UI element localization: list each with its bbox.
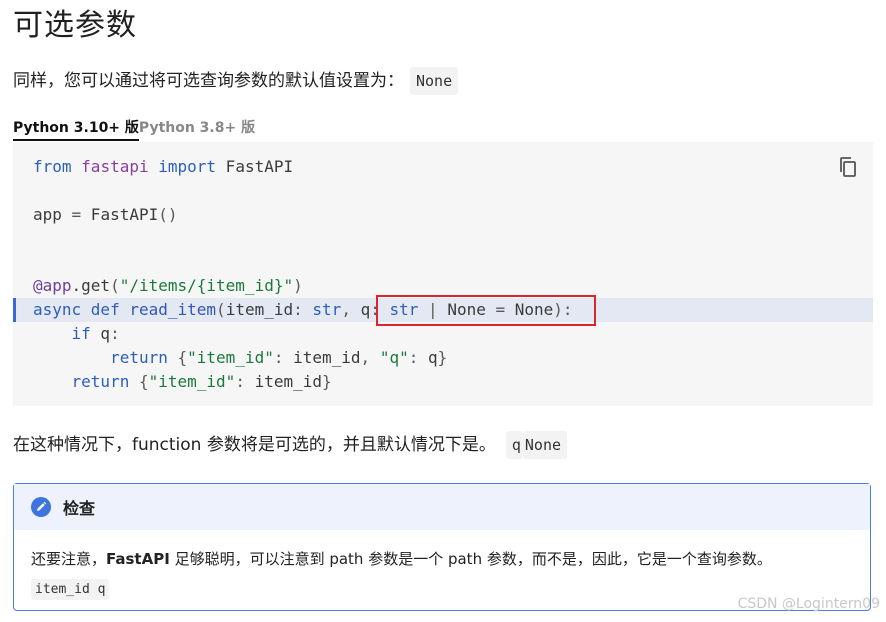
admonition-text-after: 足够聪明，可以注意到 path 参数是一个 path 参数，而不是，因此，它是一…	[169, 550, 772, 568]
code-line: from fastapi import FastAPI	[33, 157, 294, 176]
explanation-code-none: None	[522, 431, 568, 459]
highlight-annotation-box	[376, 295, 596, 326]
admonition-header: 检查	[14, 484, 870, 530]
explanation-code-q: q	[505, 431, 523, 459]
tab-python-38[interactable]: Python 3.8+ 版	[139, 117, 255, 141]
intro-text: 同样，您可以通过将可选查询参数的默认值设置为：	[13, 71, 404, 91]
admonition-inline-code: item_id q	[31, 579, 110, 600]
watermark: CSDN @Logintern09	[737, 596, 880, 612]
code-line: app = FastAPI()	[33, 205, 178, 224]
page-title: 可选参数	[13, 8, 137, 43]
explanation-paragraph: 在这种情况下，function 参数将是可选的，并且默认情况下是。 q None	[13, 430, 568, 459]
code-line: return {"item_id": item_id, "q": q}	[110, 348, 448, 367]
admonition-body: 还要注意，FastAPI 足够聪明，可以注意到 path 参数是一个 path …	[14, 530, 870, 600]
explanation-text: 在这种情况下，function 参数将是可选的，并且默认情况下是。	[13, 435, 496, 455]
intro-inline-code: None	[410, 67, 459, 95]
code-block: from fastapi import FastAPI app = FastAP…	[13, 142, 873, 406]
tab-python-310[interactable]: Python 3.10+ 版	[13, 117, 139, 141]
admonition-text-before: 还要注意，	[31, 550, 107, 568]
admonition-text-bold: FastAPI	[106, 550, 170, 568]
pencil-icon	[31, 497, 51, 517]
admonition-check: 检查 还要注意，FastAPI 足够聪明，可以注意到 path 参数是一个 pa…	[13, 483, 871, 611]
intro-paragraph: 同样，您可以通过将可选查询参数的默认值设置为： None	[13, 66, 459, 95]
code-line: return {"item_id": item_id}	[71, 372, 332, 391]
version-tabs: Python 3.10+ 版 Python 3.8+ 版	[13, 117, 255, 141]
admonition-title: 检查	[63, 499, 96, 518]
